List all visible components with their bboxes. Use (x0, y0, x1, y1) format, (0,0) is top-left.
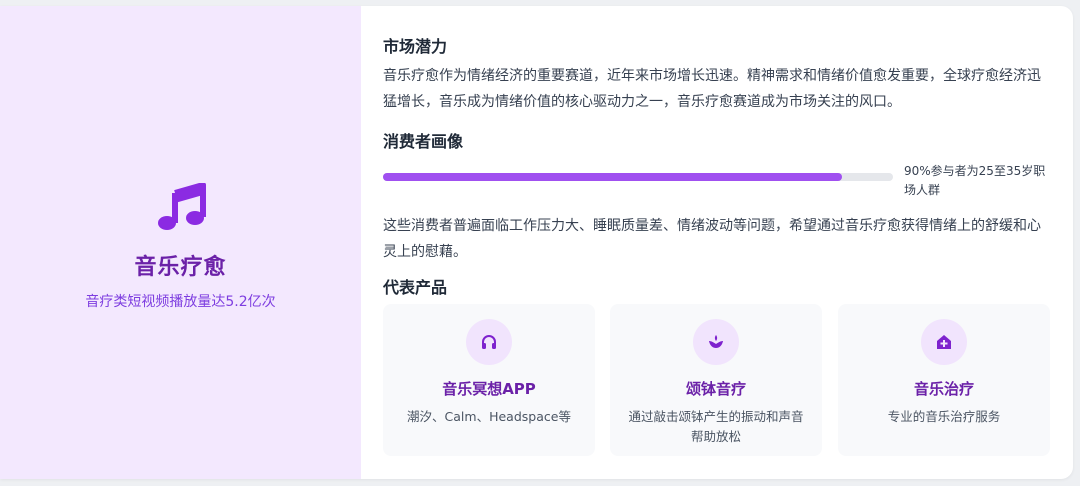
product-icon-wrap (693, 319, 739, 365)
music-note-icon (157, 182, 206, 230)
consumer-progress-bar (383, 173, 893, 181)
clinic-plus-icon (937, 335, 951, 349)
product-desc: 通过敲击颂钵产生的振动和声音帮助放松 (628, 409, 804, 444)
product-desc: 潮汐、Calm、Headspace等 (407, 409, 571, 424)
consumer-title: 消费者画像 (383, 132, 464, 151)
singing-bowl-icon (709, 335, 723, 348)
hero-panel: 音乐疗愈 音疗类短视频播放量达5.2亿次 (0, 6, 361, 479)
consumer-progress-fill (383, 173, 842, 181)
product-name: 音乐冥想APP (442, 380, 536, 398)
products-title: 代表产品 (383, 278, 448, 297)
market-title: 市场潜力 (383, 37, 448, 56)
headphones-icon (482, 335, 496, 349)
product-card-meditation-app[interactable]: 音乐冥想APP 潮汐、Calm、Headspace等 (383, 304, 595, 456)
hero-subtitle: 音疗类短视频播放量达5.2亿次 (85, 293, 276, 310)
market-text: 音乐疗愈作为情绪经济的重要赛道，近年来市场增长迅速。精神需求和情绪价值愈发重要，… (383, 68, 1041, 110)
consumer-progress-label: 90%参与者为25至35岁职场人群 (904, 164, 1046, 197)
music-therapy-card: 音乐疗愈 音疗类短视频播放量达5.2亿次 市场潜力 音乐疗愈作为情绪经济的重要赛… (0, 6, 1073, 479)
product-card-singing-bowl[interactable]: 颂钵音疗 通过敲击颂钵产生的振动和声音帮助放松 (610, 304, 822, 456)
consumer-text: 这些消费者普遍面临工作压力大、睡眠质量差、情绪波动等问题，希望通过音乐疗愈获得情… (383, 218, 1041, 260)
product-icon-wrap (921, 319, 967, 365)
product-card-music-therapy[interactable]: 音乐治疗 专业的音乐治疗服务 (838, 304, 1050, 456)
product-desc: 专业的音乐治疗服务 (887, 409, 1001, 424)
hero-title: 音乐疗愈 (134, 254, 227, 280)
product-icon-wrap (466, 319, 512, 365)
product-name: 音乐治疗 (913, 380, 974, 398)
product-name: 颂钵音疗 (685, 380, 746, 398)
